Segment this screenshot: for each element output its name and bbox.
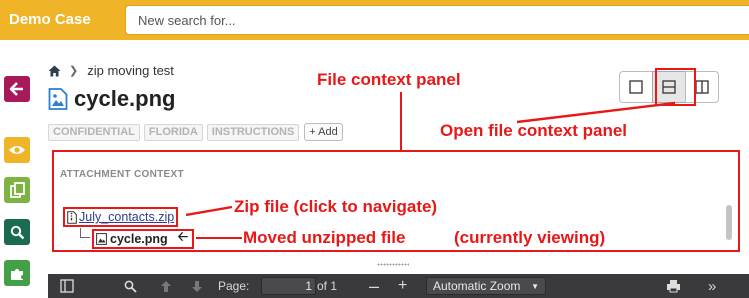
panel-scrollbar[interactable] [726, 205, 732, 240]
sidebar-toggle-button[interactable] [60, 274, 74, 298]
tag-florida[interactable]: FLORIDA [143, 123, 203, 141]
arrow-left-icon [9, 82, 23, 96]
tree-connector [80, 228, 90, 238]
panel-label: ATTACHMENT CONTEXT [60, 169, 184, 180]
search-input[interactable] [126, 6, 749, 34]
page-count: of 1 [317, 279, 338, 293]
search-icon [124, 280, 137, 293]
image-file-icon [96, 233, 107, 245]
zoom-select[interactable]: Automatic Zoom ▼ [426, 277, 546, 295]
page-title: cycle.png [48, 86, 175, 112]
image-file-icon [48, 88, 68, 110]
puzzle-button[interactable] [4, 260, 30, 286]
zoom-select-value: Automatic Zoom [433, 279, 521, 293]
single-pane-icon [629, 80, 643, 94]
page: Demo Case ❯ [0, 0, 749, 298]
copy-icon [9, 182, 25, 198]
breadcrumb: ❯ zip moving test [48, 63, 174, 78]
annotation-line [186, 205, 233, 217]
search-button[interactable] [4, 219, 30, 245]
annotation-line [196, 237, 242, 239]
sidebar-toggle-icon [60, 279, 74, 293]
double-chevron-right-icon: » [708, 277, 717, 295]
print-icon [667, 280, 680, 293]
zip-file-row[interactable]: July_contacts.zip [63, 207, 179, 227]
annotation-moved-unzipped-file: Moved unzipped file [243, 228, 406, 247]
zip-file-link[interactable]: July_contacts.zip [79, 210, 174, 224]
split-vertical-icon [695, 80, 709, 94]
top-bar: Demo Case [0, 0, 749, 40]
home-icon[interactable] [48, 65, 61, 77]
minus-icon: – [369, 275, 380, 296]
eye-button[interactable] [4, 137, 30, 163]
search-icon [10, 225, 24, 239]
chevron-down-icon: ▼ [531, 281, 539, 291]
previous-page-button[interactable] [160, 274, 172, 298]
search-box[interactable] [125, 5, 749, 35]
annotation-line [400, 92, 402, 152]
annotation-currently-viewing: (currently viewing) [454, 228, 606, 247]
current-file-row: cycle.png 🡠 [92, 229, 195, 249]
add-tag-button[interactable]: + Add [304, 123, 343, 141]
tools-menu-button[interactable]: » [708, 274, 716, 298]
zoom-in-button[interactable]: + [398, 274, 407, 298]
annotation-zip-file: Zip file (click to navigate) [234, 197, 438, 216]
annotation-line [516, 101, 676, 124]
arrow-up-icon [161, 280, 171, 292]
zoom-select-wrapper[interactable]: Automatic Zoom ▼ [426, 274, 546, 298]
tag-instructions[interactable]: INSTRUCTIONS [206, 123, 300, 141]
file-title: cycle.png [74, 86, 176, 111]
single-pane-button[interactable] [619, 71, 653, 103]
arrow-left-icon: 🡠 [177, 229, 189, 244]
plus-icon: + [398, 277, 408, 294]
annotation-file-context-panel: File context panel [317, 70, 461, 89]
pdf-viewer-toolbar: Page: of 1 – + Automatic Zoom ▼ » [48, 274, 749, 298]
chevron-right-icon: ❯ [69, 65, 79, 77]
page-number-input[interactable] [261, 277, 316, 295]
eye-icon [9, 146, 25, 154]
puzzle-icon [10, 268, 23, 280]
app-title: Demo Case [9, 11, 91, 28]
resize-handle[interactable] [377, 263, 409, 266]
breadcrumb-parent-link[interactable]: zip moving test [87, 63, 174, 78]
zoom-out-button[interactable]: – [369, 274, 379, 298]
copy-button[interactable] [4, 177, 30, 203]
find-button[interactable] [124, 274, 137, 298]
zip-file-icon [67, 210, 77, 224]
arrow-down-icon [192, 280, 202, 292]
back-button[interactable] [4, 76, 30, 102]
page-number-field[interactable] [261, 274, 316, 298]
tag-confidential[interactable]: CONFIDENTIAL [48, 123, 140, 141]
tag-list: CONFIDENTIAL FLORIDA INSTRUCTIONS + Add [48, 123, 343, 141]
page-label: Page: [218, 279, 250, 293]
print-button[interactable] [666, 274, 681, 298]
current-file-name: cycle.png [110, 232, 168, 246]
next-page-button[interactable] [191, 274, 203, 298]
